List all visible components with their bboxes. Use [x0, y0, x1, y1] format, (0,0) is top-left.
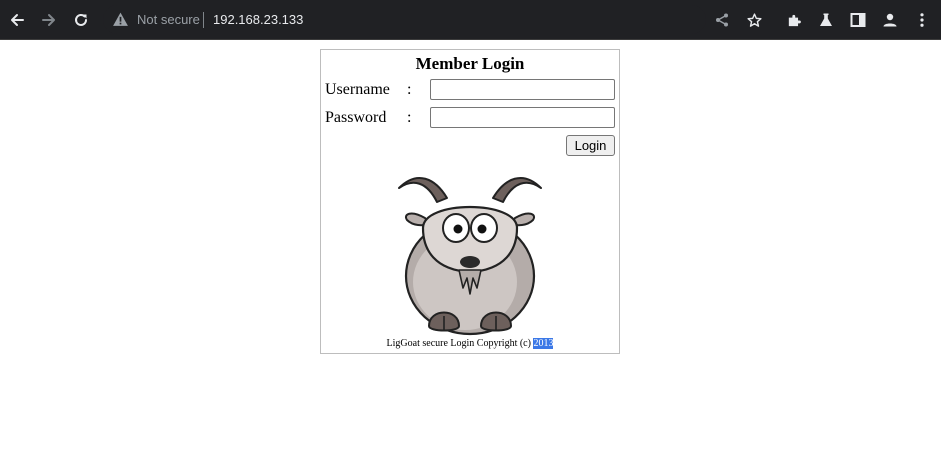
side-panel-button[interactable] — [844, 6, 872, 34]
address-bar[interactable]: Not secure 192.168.23.133 — [103, 5, 706, 34]
share-button[interactable] — [708, 6, 736, 34]
username-separator: : — [407, 81, 412, 98]
profile-button[interactable] — [876, 6, 904, 34]
star-icon — [746, 12, 762, 27]
reload-button[interactable] — [67, 6, 95, 34]
copyright-text: LigGoat secure Login Copyright (c) — [386, 338, 534, 349]
extensions-button[interactable] — [780, 6, 808, 34]
person-icon — [883, 13, 897, 27]
arrow-right-icon — [42, 14, 55, 26]
username-input[interactable] — [430, 79, 615, 100]
omnibox-divider — [203, 12, 204, 28]
warning-triangle-icon[interactable] — [112, 11, 129, 28]
reload-icon — [75, 13, 87, 26]
labs-button[interactable] — [812, 6, 840, 34]
url-text[interactable]: 192.168.23.133 — [213, 11, 303, 28]
password-separator: : — [407, 109, 412, 126]
goat-mascot-image — [398, 177, 542, 336]
bookmark-button[interactable] — [740, 6, 768, 34]
browser-toolbar: Not secure 192.168.23.133 — [0, 0, 941, 40]
password-input[interactable] — [430, 107, 615, 128]
side-panel-icon — [850, 13, 866, 27]
forward-button[interactable] — [35, 6, 63, 34]
arrow-left-icon — [11, 14, 24, 26]
login-button[interactable]: Login — [566, 135, 615, 156]
puzzle-icon — [788, 14, 801, 26]
share-icon — [716, 13, 728, 27]
copyright-year: 2013 — [533, 338, 554, 349]
kebab-menu-icon — [920, 13, 924, 27]
login-panel: Member Login Username : Password : Login… — [320, 49, 620, 354]
security-label[interactable]: Not secure — [137, 11, 200, 28]
page-title: Member Login — [415, 54, 525, 73]
back-button[interactable] — [3, 6, 31, 34]
username-label: Username — [325, 81, 390, 98]
password-label: Password — [325, 109, 387, 126]
flask-icon — [820, 13, 832, 26]
menu-button[interactable] — [908, 6, 936, 34]
copyright-footer: LigGoat secure Login Copyright (c) 2013 — [321, 337, 619, 350]
